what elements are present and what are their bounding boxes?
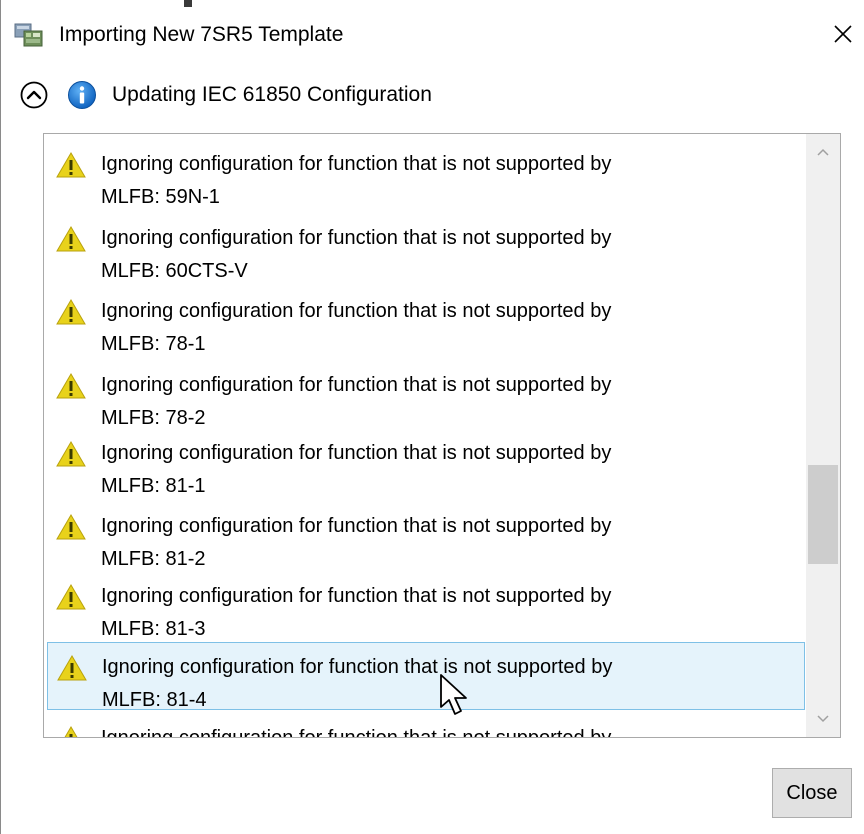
list-item[interactable]: Ignoring configuration for function that… [47, 214, 805, 282]
list-item[interactable]: Ignoring configuration for function that… [47, 502, 805, 570]
message-text: Ignoring configuration for function that… [101, 227, 612, 249]
message-function: MLFB: 59N-1 [101, 186, 220, 208]
warning-icon [56, 584, 86, 610]
warning-icon [57, 655, 87, 681]
list-item[interactable]: Ignoring configuration for function that… [47, 572, 805, 640]
vertical-scrollbar[interactable] [806, 134, 840, 737]
list-item[interactable]: Ignoring configuration for function that… [47, 429, 805, 497]
message-function: MLFB: 81-1 [101, 475, 206, 497]
message-function: MLFB: 60CTS-V [101, 260, 248, 282]
info-icon [68, 81, 96, 109]
scrollbar-thumb[interactable] [808, 465, 838, 564]
list-item[interactable]: Ignoring configuration for function that… [47, 361, 805, 429]
scroll-down-arrow-icon[interactable] [806, 701, 840, 737]
list-item[interactable]: Ignoring configuration for function that… [47, 714, 805, 737]
scroll-up-arrow-icon[interactable] [806, 134, 840, 170]
message-list-box[interactable]: Ignoring configuration for function that… [43, 133, 841, 738]
warning-icon [56, 152, 86, 178]
close-icon[interactable] [829, 20, 857, 48]
warning-icon [56, 373, 86, 399]
message-function: MLFB: 78-1 [101, 333, 206, 355]
message-text: Ignoring configuration for function that… [101, 300, 612, 322]
window-title: Importing New 7SR5 Template [59, 23, 344, 46]
message-text: Ignoring configuration for function that… [102, 656, 613, 678]
warning-icon [56, 514, 86, 540]
warning-icon [56, 299, 86, 325]
message-text: Ignoring configuration for function that… [101, 585, 612, 607]
list-item[interactable]: Ignoring configuration for function that… [47, 287, 805, 355]
background-window-strip [1, 0, 864, 10]
background-window-glyph [184, 0, 192, 7]
message-list: Ignoring configuration for function that… [44, 134, 809, 737]
close-button[interactable]: Close [772, 768, 852, 818]
section-title: Updating IEC 61850 Configuration [112, 83, 432, 106]
message-text: Ignoring configuration for function that… [101, 374, 612, 396]
warning-icon [64, 726, 78, 737]
message-text: Ignoring configuration for function that… [101, 153, 612, 175]
list-item[interactable]: Ignoring configuration for function that… [47, 140, 805, 208]
message-function: MLFB: 81-4 [102, 689, 207, 711]
message-text: Ignoring configuration for function that… [101, 442, 612, 464]
message-text: Ignoring configuration for function that… [101, 515, 612, 537]
import-template-dialog: Importing New 7SR5 Template Updating IEC… [0, 0, 864, 834]
chevron-up-icon[interactable] [19, 80, 49, 110]
message-text: Ignoring configuration for function that… [101, 722, 791, 737]
list-item-selected[interactable]: Ignoring configuration for function that… [47, 642, 805, 711]
warning-icon [56, 441, 86, 467]
template-import-icon [14, 23, 43, 47]
warning-icon [56, 226, 86, 252]
